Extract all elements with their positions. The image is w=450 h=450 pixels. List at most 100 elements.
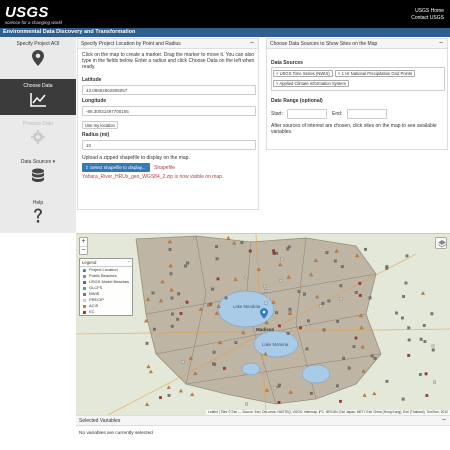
site-marker[interactable] — [358, 294, 362, 297]
zoom-in-button[interactable]: + — [80, 238, 87, 246]
site-marker[interactable] — [193, 371, 198, 375]
site-marker[interactable] — [359, 313, 364, 318]
site-marker[interactable] — [218, 340, 223, 345]
collapse-icon[interactable]: − — [442, 416, 446, 426]
site-marker[interactable] — [216, 277, 220, 281]
site-marker[interactable] — [299, 326, 302, 330]
project-location-marker[interactable] — [260, 308, 268, 319]
site-marker[interactable] — [322, 328, 326, 332]
site-marker[interactable] — [178, 388, 183, 393]
site-marker[interactable] — [256, 267, 261, 271]
site-marker[interactable] — [170, 324, 174, 328]
site-marker[interactable] — [431, 344, 435, 348]
site-marker[interactable] — [193, 237, 196, 240]
site-marker[interactable] — [286, 247, 290, 251]
site-marker[interactable] — [400, 316, 404, 320]
site-marker[interactable] — [179, 312, 183, 315]
site-marker[interactable] — [402, 295, 406, 298]
site-marker[interactable] — [166, 385, 171, 389]
site-marker[interactable] — [148, 369, 153, 374]
site-marker[interactable] — [272, 249, 276, 253]
site-marker[interactable] — [286, 331, 290, 335]
nav-help[interactable]: Help — [0, 200, 76, 230]
site-marker[interactable] — [373, 356, 377, 360]
site-marker[interactable] — [278, 324, 281, 328]
site-marker[interactable] — [280, 257, 284, 261]
site-marker[interactable] — [245, 402, 248, 406]
site-marker[interactable] — [342, 356, 346, 360]
site-marker[interactable] — [407, 338, 411, 342]
source-chip-precip[interactable]: × 1 Hr National Precipitation Grid Point… — [335, 70, 416, 77]
site-marker[interactable] — [215, 245, 219, 249]
site-marker[interactable] — [278, 383, 281, 387]
site-marker[interactable] — [176, 317, 180, 321]
location-panel-header[interactable]: Specify Project Location by Point and Ra… — [78, 39, 258, 49]
site-marker[interactable] — [419, 337, 423, 341]
site-marker[interactable] — [309, 272, 314, 277]
longitude-input[interactable]: -89.30031497700165 — [82, 106, 256, 116]
site-marker[interactable] — [361, 369, 366, 373]
site-marker[interactable] — [233, 277, 238, 281]
site-marker[interactable] — [347, 366, 351, 370]
usgs-home-link[interactable]: USGS Home — [411, 8, 444, 15]
site-marker[interactable] — [170, 296, 174, 300]
site-marker[interactable] — [425, 394, 429, 397]
site-marker[interactable] — [277, 401, 281, 404]
nav-specify-aoi[interactable]: Specify Project AOI — [0, 41, 76, 73]
site-marker[interactable] — [146, 297, 151, 301]
site-marker[interactable] — [263, 284, 267, 288]
site-marker[interactable] — [159, 396, 162, 400]
site-marker[interactable] — [212, 362, 215, 366]
site-marker[interactable] — [275, 251, 279, 255]
site-marker[interactable] — [352, 345, 356, 349]
site-marker[interactable] — [364, 247, 367, 251]
latitude-input[interactable]: 43.08682662805057 — [82, 85, 256, 95]
site-marker[interactable] — [395, 311, 398, 315]
sources-panel-header[interactable]: Choose Data Sources to Show Sites on the… — [267, 39, 447, 49]
site-marker[interactable] — [234, 341, 238, 345]
site-marker[interactable] — [216, 304, 221, 308]
site-marker[interactable] — [159, 298, 163, 303]
zoom-out-button[interactable]: − — [80, 246, 87, 254]
radius-input[interactable]: 10 — [82, 140, 256, 150]
site-marker[interactable] — [186, 261, 190, 265]
site-marker[interactable] — [372, 391, 377, 396]
site-marker[interactable] — [167, 394, 171, 397]
site-marker[interactable] — [339, 399, 342, 403]
nav-data-sources[interactable]: Data Sources ▾ — [0, 159, 76, 193]
layers-button[interactable] — [435, 237, 447, 249]
site-marker[interactable] — [272, 251, 276, 255]
site-marker[interactable] — [405, 254, 409, 258]
site-marker[interactable] — [305, 347, 309, 351]
site-marker[interactable] — [240, 241, 244, 245]
source-chip-acis[interactable]: × Applied Climate Information System — [273, 80, 349, 87]
site-marker[interactable] — [333, 259, 337, 263]
site-marker[interactable] — [360, 344, 365, 349]
site-marker[interactable] — [144, 318, 149, 323]
site-marker[interactable] — [278, 262, 283, 267]
site-marker[interactable] — [181, 360, 185, 364]
site-marker[interactable] — [244, 275, 248, 279]
site-marker[interactable] — [188, 356, 193, 360]
site-marker[interactable] — [424, 372, 428, 376]
site-marker[interactable] — [286, 275, 291, 279]
site-marker[interactable] — [433, 380, 436, 384]
site-marker[interactable] — [273, 386, 277, 390]
site-marker[interactable] — [370, 354, 374, 358]
site-marker[interactable] — [146, 364, 151, 369]
site-marker[interactable] — [303, 292, 307, 296]
site-marker[interactable] — [307, 319, 310, 323]
site-marker[interactable] — [309, 391, 313, 395]
site-marker[interactable] — [169, 272, 173, 276]
legend-header[interactable]: Legend − — [80, 259, 132, 267]
site-marker[interactable] — [336, 320, 340, 323]
site-marker[interactable] — [336, 384, 339, 388]
site-marker[interactable] — [407, 354, 411, 357]
site-marker[interactable] — [385, 266, 389, 270]
site-marker[interactable] — [180, 302, 184, 306]
site-marker[interactable] — [169, 287, 174, 292]
site-marker[interactable] — [264, 320, 269, 325]
source-chip-nwis[interactable]: × USGS Time Series (NWIS) — [273, 70, 333, 77]
site-marker[interactable] — [248, 249, 252, 253]
site-marker[interactable] — [224, 296, 228, 300]
